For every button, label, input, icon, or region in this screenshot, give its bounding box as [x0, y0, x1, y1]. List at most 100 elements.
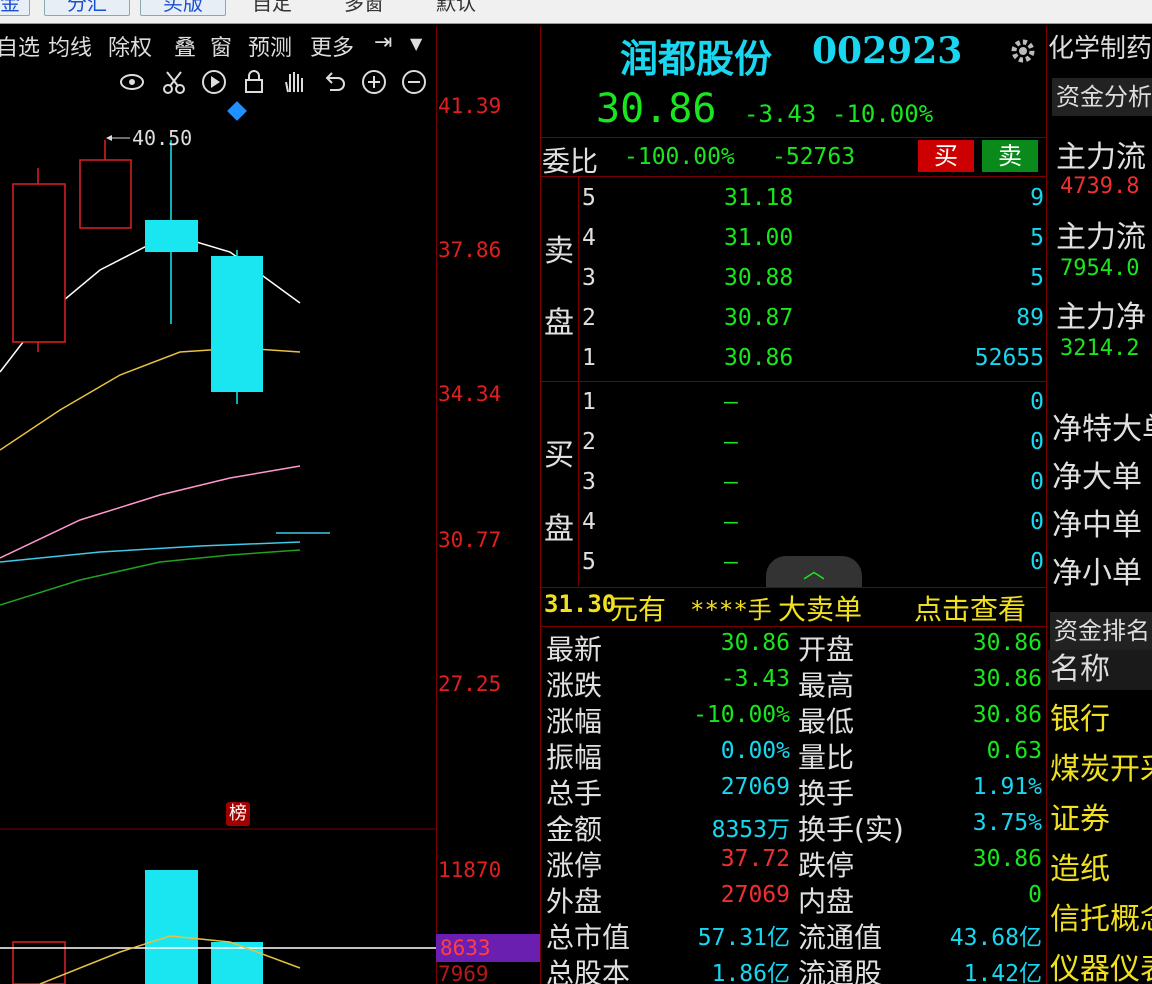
top-button-2[interactable]: 分汇 [44, 0, 130, 16]
rank-item[interactable]: 造纸 [1050, 844, 1110, 888]
bid-label-2: 盘 [544, 512, 574, 547]
ask-level-price: 30.86 [724, 345, 794, 371]
stat-value: -3.43 [720, 666, 790, 692]
stat-value: 3.75% [972, 810, 1042, 836]
ask-level-price: 30.88 [724, 265, 794, 291]
rank-item[interactable]: 证券 [1050, 794, 1110, 838]
stat-value: 30.86 [972, 846, 1042, 872]
stat-label: 金额 [546, 813, 603, 846]
undo-icon[interactable] [320, 68, 348, 96]
ask-level-volume: 52655 [974, 345, 1044, 371]
rank-item[interactable]: 银行 [1050, 694, 1110, 738]
rank-item[interactable]: 煤炭开采 [1050, 744, 1152, 788]
chevron-down-icon[interactable]: ▼ [410, 34, 422, 53]
hand-icon[interactable] [280, 68, 308, 96]
buy-button[interactable]: 买 [918, 140, 974, 172]
rank-item[interactable]: 仪器仪表 [1050, 944, 1152, 984]
tool-overlay[interactable]: 叠 [174, 30, 196, 62]
stat-value: 30.86 [972, 702, 1042, 728]
tool-exright[interactable]: 除权 [108, 30, 152, 62]
kline-chart[interactable] [0, 100, 436, 830]
tool-watchlist[interactable]: 自选 [0, 30, 40, 62]
bid-level-price: — [724, 429, 738, 455]
stat-value: 27069 [720, 882, 790, 908]
tool-window[interactable]: 窗 [210, 30, 232, 62]
stat-value: 30.86 [972, 666, 1042, 692]
stat-label: 总股本 [546, 957, 631, 984]
net-row-4: 净小单 [1052, 556, 1142, 591]
stat-label: 涨幅 [546, 705, 603, 738]
weibi-label: 委比 [542, 145, 599, 178]
menu-default[interactable]: 默认 [436, 0, 476, 14]
ma30-line [0, 541, 301, 563]
chart-icon-bar [0, 68, 436, 102]
volume-chart[interactable] [0, 830, 436, 984]
bid-level-num: 2 [582, 429, 596, 455]
big-order-stars: ****手 [690, 596, 772, 624]
stat-label: 最新 [546, 633, 603, 666]
stat-value: 0.63 [986, 738, 1042, 764]
high-pointer-head [106, 135, 112, 141]
play-icon[interactable] [200, 68, 228, 96]
tool-predict[interactable]: 预测 [248, 30, 292, 62]
bid-level-volume: 0 [1030, 549, 1044, 575]
collapse-chevron-up-icon[interactable]: ︿ [766, 556, 862, 588]
stat-value: 1.91% [972, 774, 1042, 800]
sell-button[interactable]: 卖 [982, 140, 1038, 172]
vol-label-3: 7969 [438, 962, 489, 984]
stat-label: 跌停 [798, 849, 855, 882]
zoom-out-icon[interactable] [400, 68, 428, 96]
stat-value: -10.00% [693, 702, 790, 728]
ask-level-volume: 5 [1030, 265, 1044, 291]
y-label-4: 30.77 [438, 528, 502, 552]
menu-custom[interactable]: 自定 [252, 0, 292, 14]
stat-value: 27069 [720, 774, 790, 800]
industry-label[interactable]: 化学制药 [1048, 28, 1152, 65]
stat-label: 最低 [798, 705, 855, 738]
ask-level-price: 30.87 [724, 305, 794, 331]
lock-icon[interactable] [240, 68, 268, 96]
bid-level-price: — [724, 549, 738, 575]
rank-item[interactable]: 信托概念 [1050, 894, 1152, 938]
gear-icon[interactable] [1008, 36, 1038, 66]
zoom-in-icon[interactable] [360, 68, 388, 96]
stat-label: 流通值 [798, 921, 883, 954]
menu-multi-window[interactable]: 多窗 [344, 0, 384, 14]
stat-value: 1.42亿 [963, 961, 1042, 984]
big-order-link[interactable]: 点击查看 [914, 588, 1026, 628]
fund-row-label-3: 主力净 [1056, 300, 1146, 335]
fund-rank-tab[interactable]: 资金排名 [1050, 612, 1152, 650]
ask-level-volume: 9 [1030, 185, 1044, 211]
tool-more[interactable]: 更多 [310, 30, 354, 62]
ask-level-num: 4 [582, 225, 596, 251]
ask-level-num: 1 [582, 345, 596, 371]
row-divider [540, 626, 1046, 627]
stat-value: 1.86亿 [711, 961, 790, 984]
stat-label: 振幅 [546, 741, 603, 774]
chart-toolbar: 自选 均线 除权 叠 窗 预测 更多 ⇥ ▼ [0, 26, 436, 64]
fund-analysis-tab[interactable]: 资金分析 [1052, 78, 1152, 116]
panel-divider [540, 26, 541, 984]
stat-value: 57.31亿 [697, 925, 790, 951]
stat-label: 开盘 [798, 633, 855, 666]
rank-badge[interactable]: 榜 [226, 802, 250, 826]
stock-code: 002923 [812, 30, 963, 72]
top-button-1[interactable]: 金 [0, 0, 30, 16]
top-button-3[interactable]: 买版 [140, 0, 226, 16]
stat-label: 总市值 [546, 921, 631, 954]
axis-divider [436, 26, 437, 984]
candle-1 [12, 183, 66, 343]
ask-level-price: 31.18 [724, 185, 794, 211]
scissors-icon[interactable] [160, 68, 188, 96]
bid-level-volume: 0 [1030, 509, 1044, 535]
eye-icon[interactable] [118, 68, 146, 96]
stat-value: 8353万 [711, 817, 790, 843]
expand-right-icon[interactable]: ⇥ [374, 30, 392, 55]
row-divider [540, 176, 1046, 177]
stat-label: 涨停 [546, 849, 603, 882]
tool-ma[interactable]: 均线 [48, 30, 92, 62]
vol-label-1: 11870 [438, 858, 502, 882]
ask-level-num: 3 [582, 265, 596, 291]
stat-label: 最高 [798, 669, 855, 702]
fund-row-value-2: 7954.0 [1060, 256, 1140, 281]
